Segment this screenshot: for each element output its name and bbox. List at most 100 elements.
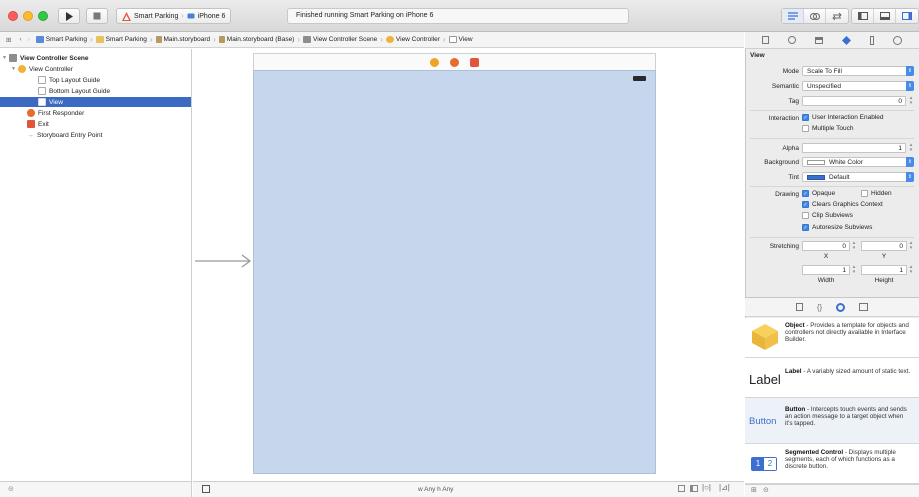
opaque-checkbox[interactable]: ✓ Opaque — [802, 190, 835, 197]
breadcrumb-view[interactable]: View — [448, 36, 473, 43]
breadcrumb-storyboard-base[interactable]: Main.storyboard (Base) — [218, 36, 294, 43]
view-toggle-segmented[interactable] — [851, 8, 919, 24]
identity-inspector-icon[interactable] — [815, 36, 824, 44]
user-interaction-checkbox[interactable]: ✓ User Interaction Enabled — [802, 114, 884, 121]
stretch-y-field[interactable]: 0 — [861, 241, 907, 251]
hidden-checkbox[interactable]: Hidden — [861, 190, 892, 197]
stretch-width-stepper[interactable]: ▴ ▾ — [851, 265, 857, 275]
color-swatch — [807, 174, 825, 180]
version-editor-button[interactable] — [826, 9, 848, 23]
entry-point-arrow-icon[interactable] — [193, 254, 253, 268]
jump-bar: ⊞ ‹ › Smart Parking › Smart Parking › Ma… — [0, 32, 744, 48]
tint-color-popup[interactable]: Default ⇕ — [802, 172, 914, 182]
size-inspector-icon[interactable] — [869, 35, 874, 45]
back-arrow-icon[interactable]: ‹ — [19, 36, 21, 43]
scene-dock — [253, 53, 656, 70]
connections-inspector-icon[interactable] — [892, 35, 902, 45]
filter-icon[interactable]: ⊝ — [8, 485, 14, 493]
minimize-window-button[interactable] — [23, 11, 33, 21]
outline-item-top-layout-guide[interactable]: Top Layout Guide — [0, 75, 191, 85]
outline-item-bottom-layout-guide[interactable]: Bottom Layout Guide — [0, 86, 191, 96]
code-snippet-library-icon[interactable]: {} — [817, 303, 822, 312]
run-button[interactable] — [58, 8, 80, 24]
layout-guide-icon — [38, 76, 46, 84]
scheme-device-label: iPhone 6 — [197, 12, 226, 20]
stop-button[interactable] — [86, 8, 108, 24]
app-icon — [122, 11, 131, 21]
first-responder-icon — [27, 109, 35, 117]
object-library-icon[interactable] — [836, 302, 846, 312]
zoom-window-button[interactable] — [38, 11, 48, 21]
align-icon[interactable] — [690, 485, 698, 492]
semantic-popup[interactable]: Unspecified ⇕ — [802, 81, 914, 91]
view-controller-dock-icon[interactable] — [430, 57, 439, 67]
file-template-library-icon[interactable] — [795, 303, 803, 311]
toggle-navigator-button[interactable] — [852, 9, 874, 23]
background-color-popup[interactable]: White Color ⇕ — [802, 157, 914, 167]
quick-help-icon[interactable] — [788, 36, 797, 44]
library-item-object[interactable]: Object - Provides a template for objects… — [745, 318, 919, 358]
autoresize-checkbox[interactable]: ✓ Autoresize Subviews — [802, 224, 872, 231]
disclosure-triangle-icon[interactable]: ▼ — [2, 55, 9, 61]
size-class-control[interactable]: w Any h Any — [418, 486, 453, 493]
disclosure-triangle-icon[interactable]: ▼ — [11, 66, 18, 72]
library-item-label[interactable]: Label Label - A variably sized amount of… — [745, 358, 919, 398]
outline-toggle-icon[interactable] — [202, 485, 210, 493]
outline-item-first-responder[interactable]: First Responder — [0, 108, 191, 118]
scheme-selector[interactable]: Smart Parking › iPhone 6 — [116, 8, 232, 24]
pin-icon[interactable]: |○| — [702, 483, 711, 492]
scheme-app-label: Smart Parking — [134, 12, 179, 20]
view-controller-view[interactable] — [253, 70, 656, 474]
media-library-icon[interactable] — [859, 303, 869, 311]
outline-item-view-controller[interactable]: ▼ View Controller — [0, 64, 191, 74]
stretch-width-field[interactable]: 1 — [802, 265, 850, 275]
mode-popup[interactable]: Scale To Fill ⇕ — [802, 66, 914, 76]
toggle-utilities-button[interactable] — [896, 9, 918, 23]
breadcrumb-project[interactable]: Smart Parking — [35, 36, 87, 43]
breadcrumb-scene[interactable]: View Controller Scene — [303, 36, 377, 43]
outline-item-scene[interactable]: ▼ View Controller Scene — [0, 53, 191, 63]
exit-dock-icon[interactable] — [470, 57, 479, 67]
stretch-y-stepper[interactable]: ▴ ▾ — [908, 241, 914, 251]
file-inspector-icon[interactable] — [762, 36, 770, 44]
clip-subviews-checkbox[interactable]: Clip Subviews — [802, 212, 853, 219]
forward-arrow-icon[interactable]: › — [28, 36, 30, 43]
tag-stepper[interactable]: ▴ ▾ — [908, 96, 914, 106]
outline-item-exit[interactable]: Exit — [0, 119, 191, 129]
filter-icon[interactable]: ⊝ — [763, 486, 769, 494]
related-items-icon[interactable]: ⊞ — [6, 36, 11, 44]
alpha-label: Alpha — [782, 145, 799, 152]
stretch-height-stepper[interactable]: ▴ ▾ — [908, 265, 914, 275]
checkmark-icon: ✓ — [802, 190, 809, 197]
arrows-icon — [832, 12, 842, 20]
first-responder-dock-icon[interactable] — [450, 57, 459, 67]
assistant-editor-button[interactable] — [804, 9, 826, 23]
update-frames-icon[interactable] — [678, 485, 685, 492]
breadcrumb-group[interactable]: Smart Parking — [95, 36, 147, 43]
outline-item-entry-point[interactable]: → Storyboard Entry Point — [0, 130, 191, 140]
close-window-button[interactable] — [8, 11, 18, 21]
toggle-debug-button[interactable] — [874, 9, 896, 23]
multiple-touch-checkbox[interactable]: Multiple Touch — [802, 125, 853, 132]
standard-editor-button[interactable] — [782, 9, 804, 23]
library-item-segmented-control[interactable]: 1 2 Segmented Control - Displays multipl… — [745, 444, 919, 484]
mode-label: Mode — [782, 68, 799, 75]
editor-mode-segmented[interactable] — [781, 8, 849, 24]
grid-view-icon[interactable]: ⊞ — [751, 486, 757, 494]
tag-field[interactable]: 0 — [802, 96, 906, 106]
breadcrumb-storyboard[interactable]: Main.storyboard — [155, 36, 210, 43]
breadcrumb-view-controller[interactable]: View Controller — [385, 36, 440, 43]
library-item-button[interactable]: Button Button - Intercepts touch events … — [745, 398, 919, 444]
stretch-height-field[interactable]: 1 — [861, 265, 907, 275]
outline-item-view[interactable]: View — [0, 97, 191, 107]
entry-arrow-icon: → — [27, 131, 34, 139]
clears-graphics-checkbox[interactable]: ✓ Clears Graphics Context — [802, 201, 883, 208]
stretch-x-stepper[interactable]: ▴ ▾ — [851, 241, 857, 251]
width-label: Width — [817, 277, 835, 284]
alpha-field[interactable]: 1 — [802, 143, 906, 153]
attributes-inspector-icon[interactable] — [841, 35, 851, 45]
scene-icon — [9, 54, 17, 62]
alpha-stepper[interactable]: ▴ ▾ — [908, 143, 914, 153]
resolve-issues-icon[interactable]: |⊿| — [719, 483, 730, 492]
stretch-x-field[interactable]: 0 — [802, 241, 850, 251]
